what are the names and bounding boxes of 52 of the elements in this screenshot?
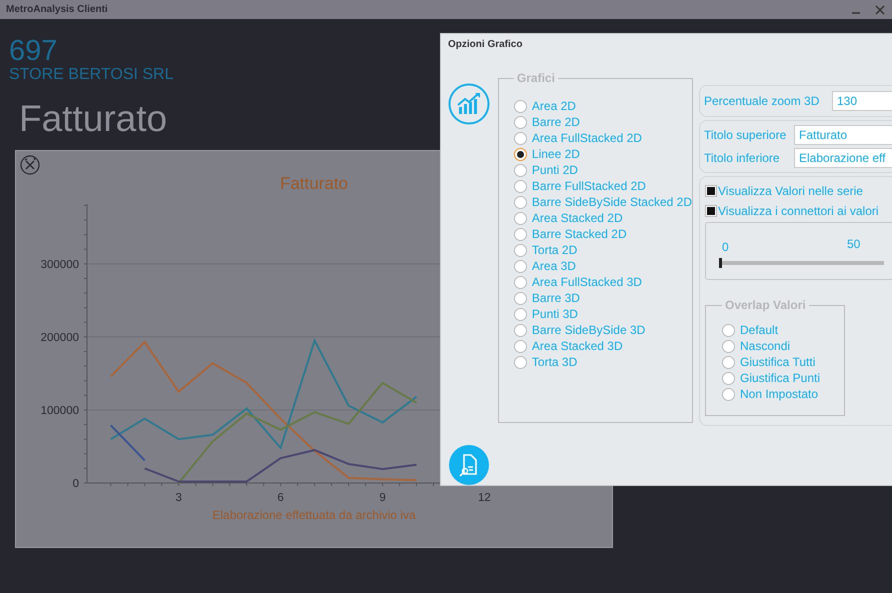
- radio-option[interactable]: Area FullStacked 2D: [514, 130, 692, 146]
- checkbox-option[interactable]: Visualizza Valori nelle serie: [705, 181, 892, 201]
- input-field[interactable]: 130: [832, 91, 892, 111]
- y-tick-label: 300000: [40, 258, 79, 271]
- slider-tick-label: 0: [722, 240, 729, 254]
- x-tick-label: 3: [176, 492, 182, 504]
- radio-option[interactable]: Barre 2D: [514, 114, 692, 130]
- radio-option[interactable]: Punti 3D: [514, 306, 692, 322]
- radio-option[interactable]: Torta 3D: [514, 354, 692, 370]
- radio-option[interactable]: Giustifica Tutti: [722, 354, 844, 370]
- x-tick-label: 6: [277, 492, 284, 504]
- chart-title: Fatturato: [280, 174, 348, 193]
- slider-thumb[interactable]: [719, 258, 722, 268]
- radio-option[interactable]: Non Impostato: [722, 386, 844, 402]
- radio-option[interactable]: Nascondi: [722, 338, 844, 354]
- page-title: Fatturato: [19, 97, 168, 141]
- x-tick-label: 9: [379, 492, 386, 504]
- radio-option[interactable]: Barre SideBySide Stacked 2D: [514, 194, 692, 210]
- radio-option[interactable]: Area Stacked 2D: [514, 210, 692, 226]
- y-tick-label: 100000: [40, 404, 79, 417]
- input-field[interactable]: Fatturato: [794, 125, 892, 145]
- radio-option[interactable]: Torta 2D: [514, 242, 692, 258]
- radio-option[interactable]: Area 2D: [514, 98, 692, 114]
- slider-tick-label: 50: [847, 237, 860, 251]
- radio-option[interactable]: Default: [722, 322, 844, 338]
- field-label: Percentuale zoom 3D: [704, 94, 820, 108]
- x-tick-label: 12: [478, 492, 491, 504]
- window-title: MetroAnalysis Clienti: [6, 4, 108, 15]
- radio-option[interactable]: Linee 2D: [514, 146, 692, 162]
- radio-option[interactable]: Barre 3D: [514, 290, 692, 306]
- y-tick-label: 0: [72, 478, 79, 490]
- dialog-title: Opzioni Grafico: [447, 38, 524, 52]
- chart-growth-icon[interactable]: [448, 83, 490, 125]
- radio-option[interactable]: Giustifica Punti: [722, 370, 844, 386]
- checkbox-option[interactable]: Visualizza i connettori ai valori: [705, 201, 892, 221]
- field-label: Titolo inferiore: [704, 151, 781, 165]
- radio-option[interactable]: Area 3D: [514, 258, 692, 274]
- radio-option[interactable]: Area Stacked 3D: [514, 338, 692, 354]
- radio-option[interactable]: Barre Stacked 2D: [514, 226, 692, 242]
- field-label: Titolo superiore: [704, 128, 788, 142]
- radio-option[interactable]: Area FullStacked 3D: [514, 274, 692, 290]
- client-name: STORE BERTOSI SRL: [9, 66, 174, 84]
- close-icon[interactable]: [874, 4, 886, 16]
- client-code: 697: [9, 36, 58, 66]
- slider-track[interactable]: [719, 261, 884, 265]
- input-field[interactable]: Elaborazione eff: [794, 148, 892, 168]
- document-search-icon[interactable]: [449, 445, 490, 485]
- y-tick-label: 200000: [40, 332, 79, 344]
- radio-option[interactable]: Barre FullStacked 2D: [514, 178, 692, 194]
- radio-option[interactable]: Barre SideBySide 3D: [514, 322, 692, 338]
- radio-option[interactable]: Punti 2D: [514, 162, 692, 178]
- x-axis-title: Elaborazione effettuata da archivio iva: [212, 508, 416, 522]
